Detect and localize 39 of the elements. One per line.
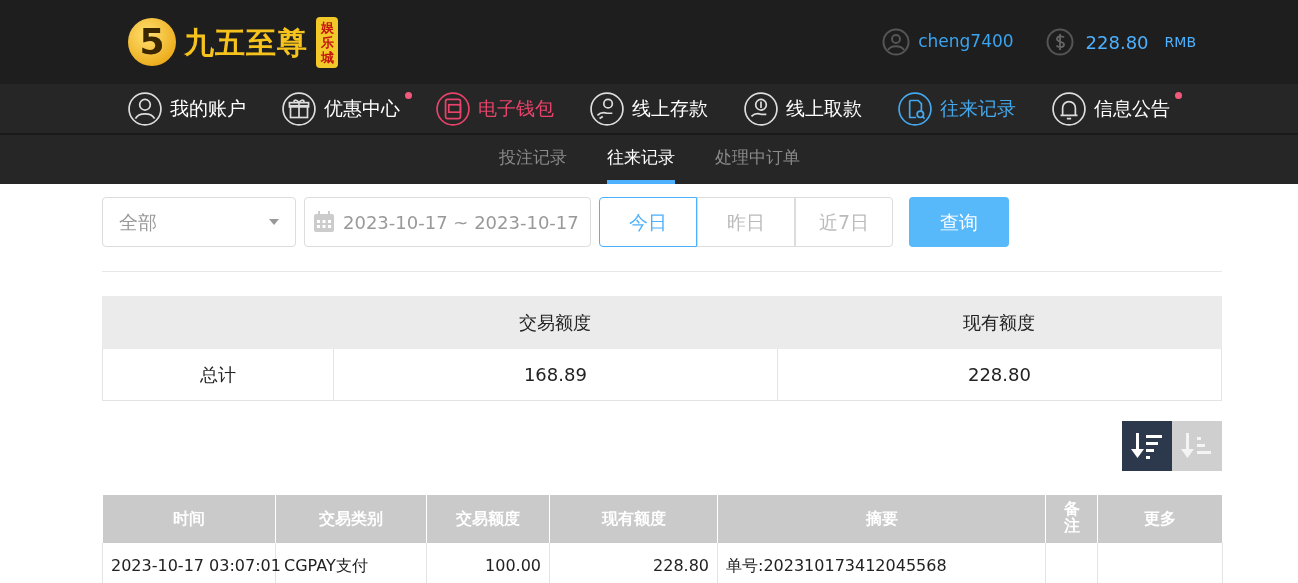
username-link[interactable]: cheng7400 <box>918 29 1014 55</box>
sort-descending-button[interactable] <box>1122 421 1172 471</box>
table-cell: 单号:202310173412045568 <box>717 543 1046 583</box>
sub-tab[interactable]: 投注记录 <box>498 132 567 184</box>
nav-item[interactable]: 优惠中心 <box>282 91 400 126</box>
dollar-icon <box>1045 28 1074 56</box>
calendar-icon <box>313 211 335 233</box>
logo-text: 九五至尊 <box>184 23 308 62</box>
nav-item[interactable]: 信息公告 <box>1052 91 1170 126</box>
user-icon <box>882 28 911 56</box>
table-cell: 228.80 <box>549 543 718 583</box>
logo-badge-icon: 5 <box>128 18 176 66</box>
logo-tag: 娱乐城 <box>316 16 338 68</box>
document-search-icon <box>898 91 932 126</box>
sub-tab[interactable]: 往来记录 <box>606 132 675 184</box>
balance-amount: 228.80 <box>1085 30 1149 55</box>
nav-item[interactable]: 线上取款 <box>744 91 862 126</box>
caret-icon <box>269 219 279 225</box>
sort-ascending-icon <box>1180 431 1214 461</box>
type-select[interactable]: 全部 <box>102 197 296 247</box>
nav-item[interactable]: 电子钱包 <box>436 91 554 126</box>
nav-item[interactable]: 往来记录 <box>898 91 1016 126</box>
range-tab[interactable]: 今日 <box>599 197 697 247</box>
table-cell: 总计 <box>102 348 334 401</box>
bell-icon <box>1052 91 1086 126</box>
currency-label: RMB <box>1164 32 1196 52</box>
sub-tab[interactable]: 处理中订单 <box>714 132 800 184</box>
nav-item[interactable]: 我的账户 <box>128 91 246 126</box>
gift-icon <box>282 91 316 126</box>
table-cell: 100.00 <box>426 543 550 583</box>
column-header: 现有额度 <box>777 296 1222 349</box>
column-header: 交易额度 <box>333 296 778 349</box>
wallet-icon <box>436 91 470 126</box>
table-cell: 228.80 <box>777 348 1222 401</box>
nav-item[interactable]: 线上存款 <box>590 91 708 126</box>
date-range-field[interactable]: 2023-10-17 ~ 2023-10-17 <box>304 197 591 247</box>
user-icon <box>128 91 162 126</box>
sort-descending-icon <box>1130 431 1164 461</box>
table-cell: 168.89 <box>333 348 778 401</box>
